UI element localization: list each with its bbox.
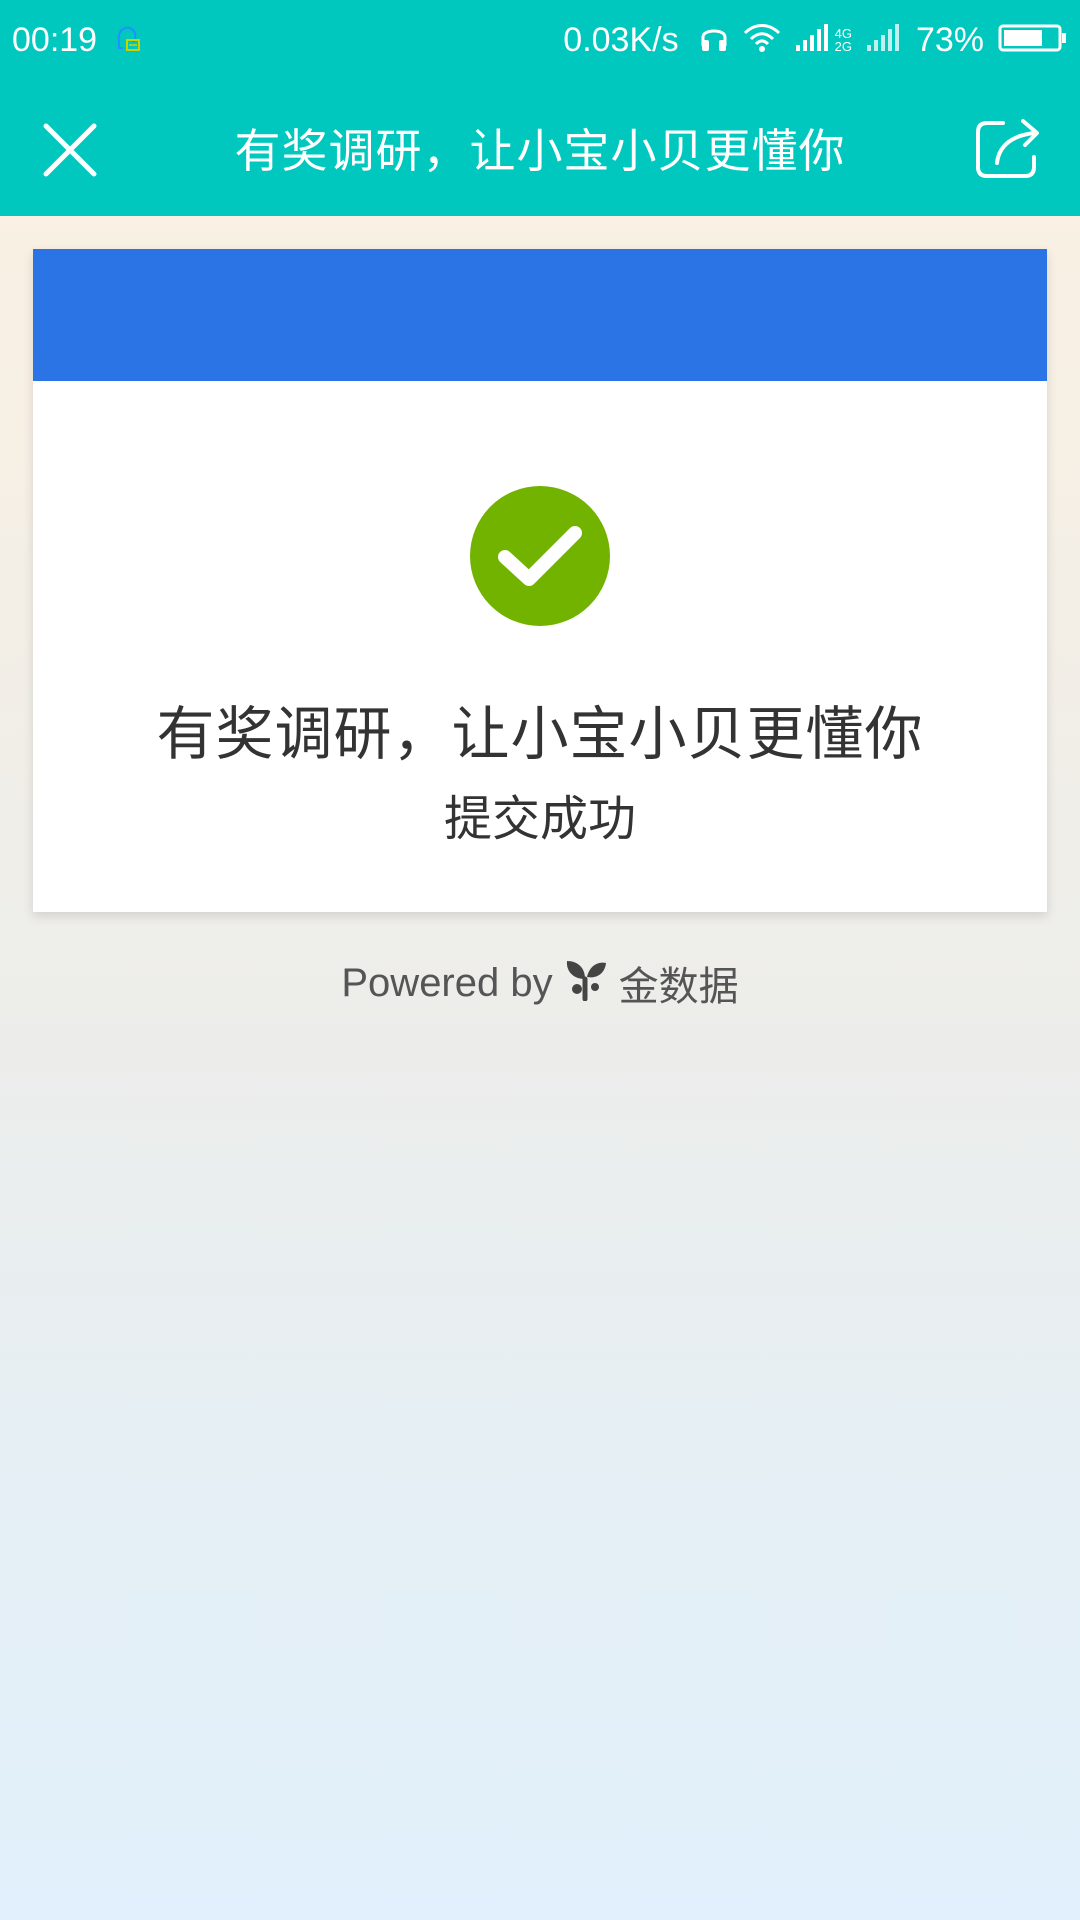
status-right: 0.03K/s 4G 2G 73%	[563, 21, 1068, 60]
status-bar: 00:19 0.03K/s 4G 2G 73%	[0, 0, 1080, 80]
card-subtitle: 提交成功	[443, 791, 636, 847]
network-type-label: 4G 2G	[835, 27, 852, 53]
network-type-bottom: 2G	[834, 39, 852, 54]
result-card: 有奖调研，让小宝小贝更懂你 提交成功	[33, 249, 1047, 912]
wifi-icon	[743, 23, 781, 57]
powered-by-text: Powered by	[341, 960, 553, 1005]
headphones-icon	[699, 22, 729, 58]
brand-logo-icon	[563, 955, 609, 1011]
battery-percent: 73%	[915, 20, 984, 59]
status-time: 00:19	[12, 20, 98, 59]
success-check-icon	[470, 486, 610, 626]
headset-notification-icon	[113, 22, 143, 58]
signal-icon-sim1	[795, 23, 831, 57]
toolbar: 有奖调研，让小宝小贝更懂你	[0, 80, 1080, 216]
share-icon	[976, 119, 1039, 178]
signal-icon-sim2	[866, 23, 902, 57]
status-left: 00:19	[12, 21, 143, 60]
toolbar-title: 有奖调研，让小宝小贝更懂你	[234, 124, 846, 178]
close-icon	[43, 123, 97, 177]
page: 00:19 0.03K/s 4G 2G 73% 有奖调研，让小宝小贝更懂你 有奖…	[0, 0, 1080, 1920]
close-button[interactable]	[34, 114, 106, 186]
card-banner	[33, 249, 1047, 381]
share-button[interactable]	[970, 110, 1046, 186]
powered-by[interactable]: Powered by 金数据	[0, 954, 1080, 1012]
battery-icon	[998, 23, 1068, 57]
card-title: 有奖调研，让小宝小贝更懂你	[156, 700, 924, 768]
brand-name: 金数据	[618, 964, 739, 1010]
network-speed: 0.03K/s	[563, 20, 679, 59]
